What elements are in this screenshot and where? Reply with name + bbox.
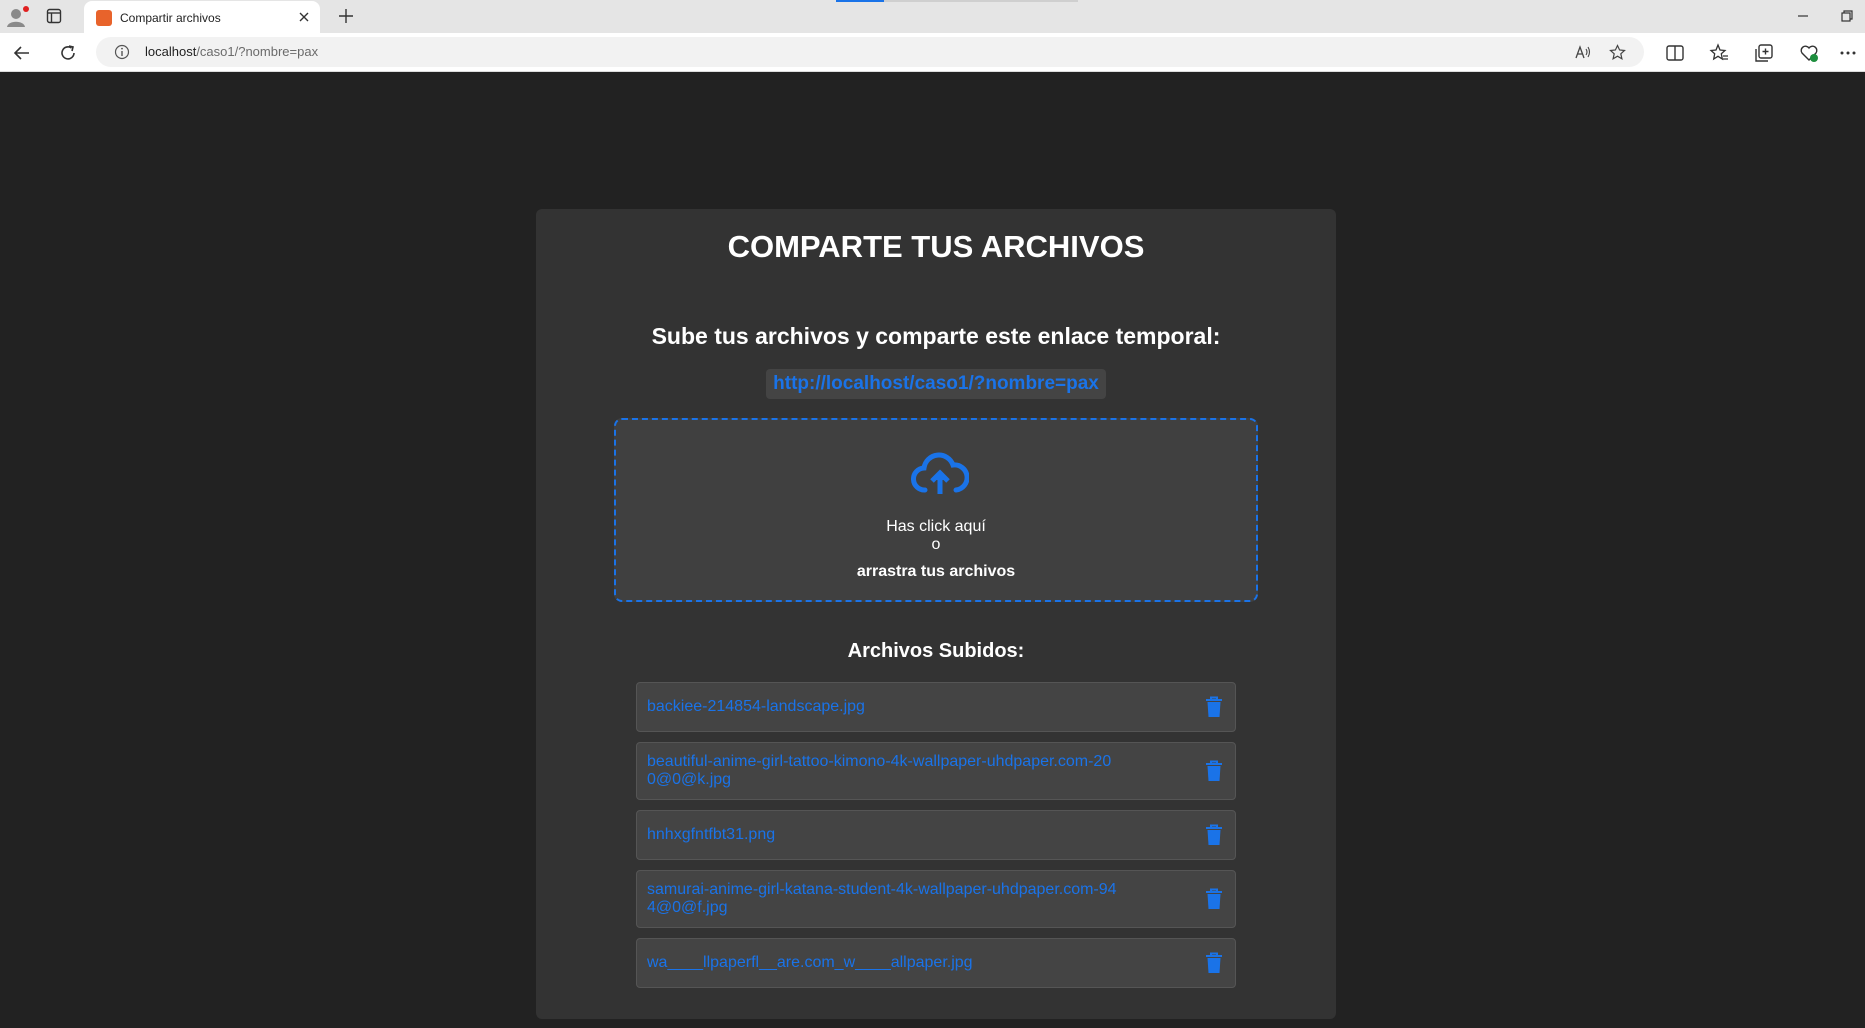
cloud-upload-icon: [911, 452, 969, 494]
url-host: localhost: [145, 44, 197, 59]
file-link[interactable]: hnhxgfntfbt31.png: [647, 826, 1117, 844]
close-tab-icon[interactable]: [298, 11, 310, 23]
site-info-icon[interactable]: [114, 44, 130, 60]
tab-title: Compartir archivos: [120, 11, 221, 25]
upload-dropzone[interactable]: Has click aquí o arrastra tus archivos: [614, 418, 1258, 602]
read-aloud-icon[interactable]: [1574, 44, 1591, 61]
dropzone-click-text: Has click aquí: [886, 518, 986, 535]
new-tab-icon[interactable]: [338, 8, 354, 24]
trash-icon[interactable]: [1205, 824, 1223, 846]
favorites-icon[interactable]: [1709, 43, 1729, 63]
tab-actions-icon[interactable]: [46, 8, 62, 24]
share-subtitle: Sube tus archivos y comparte este enlace…: [651, 323, 1221, 349]
file-list: backiee-214854-landscape.jpg beautiful-a…: [636, 682, 1236, 998]
trash-icon[interactable]: [1205, 888, 1223, 910]
uploaded-files-heading: Archivos Subidos:: [847, 640, 1025, 662]
file-item: samurai-anime-girl-katana-student-4k-wal…: [636, 870, 1236, 928]
dropzone-or-text: o: [931, 536, 941, 553]
browser-essentials-icon[interactable]: [1799, 43, 1819, 63]
minimize-icon[interactable]: [1796, 9, 1810, 23]
url-text: localhost/caso1/?nombre=pax: [145, 44, 318, 59]
back-arrow-icon[interactable]: [12, 43, 32, 63]
split-screen-icon[interactable]: [1665, 43, 1685, 63]
browser-tab[interactable]: Compartir archivos: [84, 1, 320, 34]
file-item: beautiful-anime-girl-tattoo-kimono-4k-wa…: [636, 742, 1236, 800]
site-favicon-icon: [96, 10, 112, 26]
address-bar: localhost/caso1/?nombre=pax: [0, 33, 1865, 72]
file-item: wa____llpaperfl__are.com_w____allpaper.j…: [636, 938, 1236, 988]
trash-icon[interactable]: [1205, 760, 1223, 782]
share-card: COMPARTE TUS ARCHIVOS Sube tus archivos …: [536, 209, 1336, 1019]
file-item: backiee-214854-landscape.jpg: [636, 682, 1236, 732]
profile-icon[interactable]: [6, 6, 30, 28]
trash-icon[interactable]: [1205, 952, 1223, 974]
browser-tab-bar: Compartir archivos: [0, 0, 1865, 34]
page-body: COMPARTE TUS ARCHIVOS Sube tus archivos …: [0, 72, 1865, 1028]
restore-icon[interactable]: [1840, 9, 1854, 23]
loading-strip: [836, 0, 1078, 2]
share-link[interactable]: http://localhost/caso1/?nombre=pax: [766, 369, 1106, 399]
page-title: COMPARTE TUS ARCHIVOS: [727, 229, 1145, 264]
file-link[interactable]: beautiful-anime-girl-tattoo-kimono-4k-wa…: [647, 753, 1117, 789]
url-field[interactable]: localhost/caso1/?nombre=pax: [96, 37, 1644, 67]
file-link[interactable]: samurai-anime-girl-katana-student-4k-wal…: [647, 881, 1117, 917]
url-path: /caso1/?nombre=pax: [196, 44, 319, 59]
file-link[interactable]: wa____llpaperfl__are.com_w____allpaper.j…: [647, 954, 1117, 972]
reload-icon[interactable]: [58, 43, 78, 63]
file-item: hnhxgfntfbt31.png: [636, 810, 1236, 860]
trash-icon[interactable]: [1205, 696, 1223, 718]
more-options-icon[interactable]: [1838, 43, 1858, 63]
dropzone-drag-text: arrastra tus archivos: [856, 563, 1016, 580]
file-link[interactable]: backiee-214854-landscape.jpg: [647, 698, 1117, 716]
collections-icon[interactable]: [1754, 43, 1774, 63]
favorite-star-icon[interactable]: [1609, 44, 1626, 61]
